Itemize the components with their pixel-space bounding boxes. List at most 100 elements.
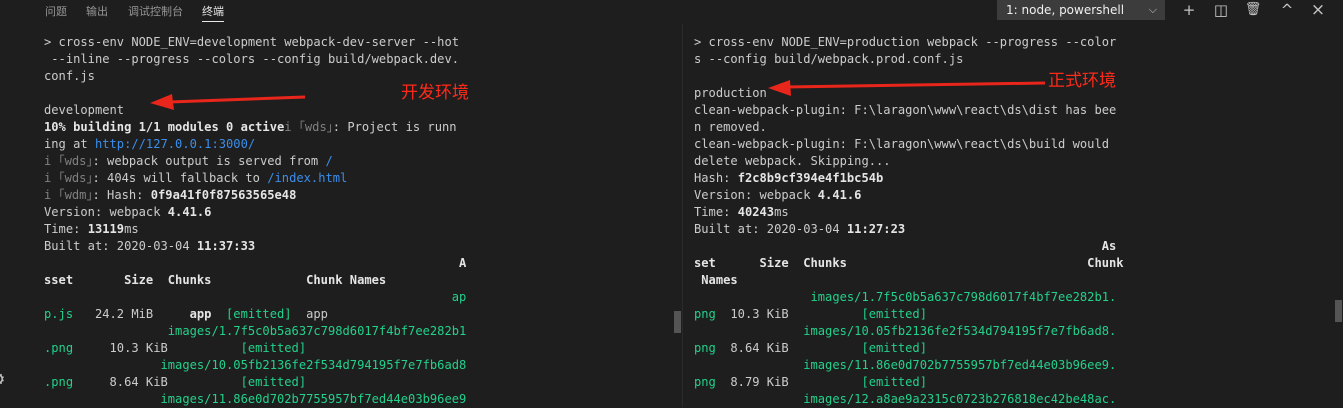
terminal-text: 8.79 KiB: [715, 375, 862, 389]
terminal-text: n removed.: [694, 120, 767, 134]
terminal-line: delete webpack. Skipping...: [694, 153, 1124, 170]
terminal-text: [emitted]: [226, 307, 292, 321]
terminal-text: f2c8b9cf394e4f1bc54b: [737, 171, 884, 185]
terminal-text: ms: [774, 205, 789, 219]
terminal-line: clean-webpack-plugin: F:\laragon\www\rea…: [694, 136, 1124, 153]
terminal-line: Names: [694, 272, 1124, 289]
terminal-text: Names: [694, 273, 738, 287]
terminal-text: ms: [124, 222, 139, 236]
terminal-text: app: [189, 307, 212, 321]
tab-output[interactable]: 输出: [86, 3, 108, 19]
terminal-text: development: [44, 103, 125, 117]
terminal-text: clean-webpack-plugin: F:\laragon\www\rea…: [694, 103, 1117, 117]
terminal-text: [emitted]: [861, 375, 927, 389]
terminal-text: 8.64 KiB: [73, 375, 241, 389]
tab-terminal[interactable]: 终端: [202, 3, 224, 22]
terminal-text: 4.41.6: [167, 205, 212, 219]
terminal-select-value: 1: node, powershell: [1006, 3, 1125, 17]
terminal-text: images/11.86e0d702b7755957bf7ed44e03b96e…: [44, 392, 467, 406]
terminal-text: 13119: [87, 222, 125, 236]
terminal-text: images/1.7f5c0b5a637c798d6017f4bf7ee282b…: [694, 290, 1117, 304]
terminal-text: A: [44, 256, 467, 270]
terminal-line: p.js 24.2 MiB app [emitted] app: [44, 306, 466, 323]
terminal-line: i ｢wds｣: 404s will fallback to /index.ht…: [44, 170, 466, 187]
terminal-text: images/11.86e0d702b7755957bf7ed44e03b96e…: [694, 358, 1117, 372]
terminal-text: 11:37:33: [196, 239, 256, 253]
terminal-text: [emitted]: [861, 307, 927, 321]
terminal-text: Time:: [44, 222, 88, 236]
terminal-text: png: [694, 341, 716, 355]
terminal-text: /: [325, 154, 333, 168]
terminal-text: ing at: [44, 137, 95, 151]
terminal-line: Version: webpack 4.41.6: [44, 204, 466, 221]
panel-header: 问题 输出 调试控制台 终端 1: node, powershell ⌵ + ◫…: [0, 0, 1343, 22]
terminal-text: : 404s will fallback to: [92, 171, 268, 185]
terminal-text: i ｢wds｣: [44, 171, 93, 185]
terminal-line: png 8.64 KiB [emitted]: [694, 340, 1124, 357]
terminal-text: 0f9a41f0f87563565e48: [150, 188, 297, 202]
terminal-line: .png 8.64 KiB [emitted]: [44, 374, 466, 391]
terminal-line: ap: [44, 289, 467, 306]
terminal-line: --inline --progress --colors --config bu…: [44, 51, 466, 68]
terminal-line: 10% building 1/1 modules 0 activei ｢wds｣…: [44, 119, 466, 136]
terminal-line: images/11.86e0d702b7755957bf7ed44e03b96e…: [694, 357, 1124, 374]
terminal-text: s --config build/webpack.prod.conf.js: [694, 52, 964, 66]
terminal-text: png: [694, 375, 716, 389]
terminal-line: images/10.05fb2136fe2f534d794195f7e7fb6a…: [694, 323, 1124, 340]
terminal-text: Version: webpack: [694, 188, 818, 202]
terminal-text: 24.2 MiB: [73, 307, 190, 321]
terminal-text: 10.3 KiB: [715, 307, 862, 321]
terminal-text: set Size Chunks Chunk: [694, 256, 1124, 270]
terminal-text: 4.41.6: [817, 188, 862, 202]
terminal-text: images/1.7f5c0b5a637c798d6017f4bf7ee282b…: [44, 324, 467, 338]
terminal-text: app: [291, 307, 328, 321]
terminal-text: > cross-env NODE_ENV=production webpack …: [694, 35, 1117, 49]
terminal-text: [emitted]: [861, 341, 927, 355]
terminal-line: i ｢wdm｣: Hash: 0f9a41f0f87563565e48: [44, 187, 466, 204]
tab-debug-console[interactable]: 调试控制台: [128, 3, 183, 19]
terminal-line: Hash: f2c8b9cf394e4f1bc54b: [694, 170, 1124, 187]
close-panel-icon[interactable]: ×: [1307, 0, 1329, 20]
terminal-line: images/1.7f5c0b5a637c798d6017f4bf7ee282b…: [694, 289, 1124, 306]
add-terminal-icon[interactable]: +: [1178, 0, 1200, 20]
terminal-text: .png: [44, 341, 74, 355]
scrollbar-right[interactable]: [1335, 300, 1342, 322]
terminal-text: Version: webpack: [44, 205, 168, 219]
terminal-text: : webpack output is served from: [92, 154, 326, 168]
maximize-panel-icon[interactable]: ^: [1276, 0, 1298, 20]
terminal-text: [emitted]: [240, 375, 307, 389]
terminal-line: Built at: 2020-03-04 11:27:23: [694, 221, 1124, 238]
scrollbar-left[interactable]: [674, 311, 681, 333]
gear-icon[interactable]: ⚙: [0, 366, 4, 390]
terminal-line: ing at http://127.0.0.1:3000/: [44, 136, 466, 153]
terminal-line: Built at: 2020-03-04 11:37:33: [44, 238, 466, 255]
pane-divider[interactable]: [682, 24, 683, 407]
terminal-line: sset Size Chunks Chunk Names: [44, 272, 466, 289]
chevron-down-icon: ⌵: [1148, 3, 1157, 16]
tab-problems[interactable]: 问题: [45, 3, 67, 19]
terminal-line: > cross-env NODE_ENV=development webpack…: [44, 34, 466, 51]
terminal-text: png: [694, 307, 716, 321]
terminal-text: clean-webpack-plugin: F:\laragon\www\rea…: [694, 137, 1110, 151]
terminal-text: ap: [44, 290, 467, 304]
terminal-text: images/10.05fb2136fe2f534d794195f7e7fb6a…: [44, 358, 467, 372]
terminal-line: images/10.05fb2136fe2f534d794195f7e7fb6a…: [44, 357, 466, 374]
terminal-text: : Hash:: [92, 188, 151, 202]
annotation-prod: 正式环境: [1048, 71, 1116, 91]
split-terminal-icon[interactable]: ◫: [1210, 0, 1232, 20]
terminal-line: n removed.: [694, 119, 1124, 136]
terminal-line: Version: webpack 4.41.6: [694, 187, 1124, 204]
terminal-text: conf.js: [44, 69, 95, 83]
terminal-text: 10% building 1/1 modules 0 active: [44, 120, 285, 134]
terminal-line: Time: 40243ms: [694, 204, 1124, 221]
terminal-text: 40243: [737, 205, 775, 219]
terminal-text: images/12.a8ae9a2315c0723b276818ec42be48…: [694, 392, 1117, 406]
terminal-line: .png 10.3 KiB [emitted]: [44, 340, 466, 357]
terminal-text: Built at: 2020-03-04: [694, 222, 847, 236]
trash-icon[interactable]: 🗑: [1242, 0, 1264, 20]
terminal-text: > cross-env NODE_ENV=development webpack…: [44, 35, 460, 49]
terminal-select[interactable]: 1: node, powershell ⌵: [997, 0, 1165, 20]
terminal-text: 8.64 KiB: [715, 341, 862, 355]
terminal-text: p.js: [44, 307, 74, 321]
